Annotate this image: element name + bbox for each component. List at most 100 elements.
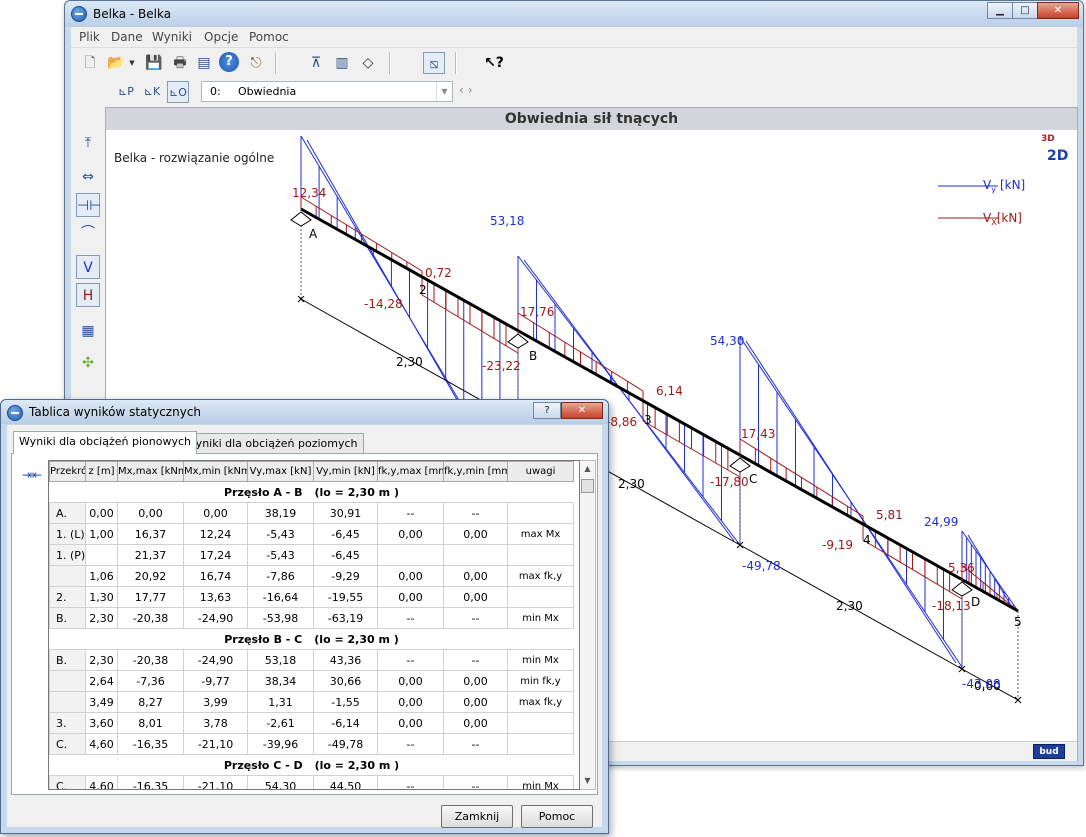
table-row[interactable]: 1. (P) 21,37 17,24 -5,43 -6,45 (49, 544, 574, 566)
minimize-button[interactable]: ▁ (987, 2, 1013, 19)
menubar: Plik Dane Wyniki Opcje Pomoc (71, 27, 1077, 47)
section-icon[interactable]: ▥ (331, 52, 353, 74)
column-header[interactable]: fk,y,max [mm] (377, 461, 444, 482)
load-case-k-icon[interactable]: ⊾K (141, 81, 163, 103)
table-cell: -1,55 (313, 691, 378, 713)
vy-value-label: -49,78 (742, 559, 781, 573)
legend-vx-label: VX[kN] (983, 211, 1022, 227)
load-case-select[interactable]: 0: Obwiednia ▼ (201, 81, 453, 102)
column-header[interactable]: Vy,min [kN] (313, 461, 378, 482)
table-row[interactable]: C. 4,60 -16,35 -21,10 54,30 44,50 -- -- min Mx (49, 775, 574, 789)
menu-pomoc[interactable]: Pomoc (249, 30, 289, 44)
table-cell: -9,77 (183, 670, 248, 692)
chevron-down-icon[interactable]: ▼ (436, 82, 452, 101)
table-cell: 3,60 (85, 712, 118, 734)
menu-opcje[interactable]: Opcje (204, 30, 238, 44)
table-cell (507, 544, 574, 566)
menu-plik[interactable]: Plik (79, 30, 100, 44)
prev-next-arrows[interactable]: ‹› (459, 83, 477, 97)
load-case-value: Obwiednia (238, 85, 297, 98)
tab-horizontal-loads[interactable]: Wyniki dla obciążeń poziomych (179, 433, 364, 453)
table-row[interactable]: B. 2,30 -20,38 -24,90 53,18 43,36 -- -- min Mx (49, 649, 574, 671)
table-row[interactable]: 1,06 20,92 16,74 -7,86 -9,29 0,00 0,00 max fk,y (49, 565, 574, 587)
fit-vertical-icon[interactable]: ⤒ (76, 131, 100, 155)
settings-icon[interactable]: ✣ (76, 351, 100, 375)
scroll-thumb[interactable] (581, 479, 594, 493)
table-row[interactable]: A. 0,00 0,00 0,00 38,19 30,91 -- -- (49, 502, 574, 524)
open-dropdown-icon[interactable]: ▼ (127, 52, 137, 74)
column-header[interactable]: Vy,max [kN] (247, 461, 314, 482)
results-diagram-icon[interactable]: ⧅ (423, 52, 445, 74)
table-row[interactable]: 1. (L) 1,00 16,37 12,24 -5,43 -6,45 0,00 0,00 ma… (49, 523, 574, 545)
vx-value-label: -17,80 (710, 475, 749, 489)
column-header[interactable]: uwagi (507, 461, 574, 482)
help-icon[interactable]: ? (219, 52, 239, 72)
open-folder-icon[interactable]: 📂 (105, 52, 127, 74)
deflection-icon[interactable]: ⌒ (76, 221, 100, 245)
table-row[interactable]: 2,64 -7,36 -9,77 38,34 30,66 0,00 0,00 min fk,y (49, 670, 574, 692)
dialog-close-button[interactable]: ✕ (561, 402, 603, 419)
menu-wyniki[interactable]: Wyniki (152, 30, 192, 44)
shear-vertical-icon[interactable]: V (76, 255, 100, 279)
span-title: Przęsło A - B (lo = 2,30 m ) (49, 481, 574, 503)
column-header[interactable]: Przekrój (49, 461, 86, 482)
context-help-icon[interactable]: ↖? (483, 52, 505, 74)
table-cell: 0,00 (377, 523, 444, 545)
scroll-down-icon[interactable]: ▼ (580, 773, 595, 789)
dialog-help-button[interactable]: ? (533, 402, 561, 419)
vx-value-label: 17,76 (520, 305, 554, 319)
exit-icon[interactable]: ⎋ (245, 52, 267, 74)
column-header[interactable]: z [m] (85, 461, 118, 482)
menu-dane[interactable]: Dane (111, 30, 143, 44)
new-file-icon[interactable]: 🗋 (79, 52, 101, 74)
tab-vertical-loads[interactable]: Wyniki dla obciążeń pionowych (13, 431, 197, 454)
help-dialog-button[interactable]: Pomoc (521, 805, 593, 828)
table-row[interactable]: 3,49 8,27 3,99 1,31 -1,55 0,00 0,00 max fk,y (49, 691, 574, 713)
span-length-icon[interactable]: ⊣⊢ (76, 193, 101, 217)
table-results-icon[interactable]: ▦ (76, 319, 100, 343)
vx-value-label: 0,72 (425, 266, 452, 280)
table-cell: max fk,y (507, 565, 574, 587)
table-cell: -- (443, 502, 508, 524)
vx-value-label: 5,36 (948, 561, 975, 575)
table-cell: -39,96 (247, 733, 314, 755)
print-icon[interactable]: 🖶 (169, 52, 191, 74)
horizontal-resize-icon[interactable]: ⇔ (76, 165, 100, 189)
main-titlebar[interactable]: Belka - Belka ▁ □ ✕ (65, 1, 1083, 27)
table-row[interactable]: B. 2,30 -20,38 -24,90 -53,98 -63,19 -- -- min Mx (49, 607, 574, 629)
column-header[interactable]: Mx,min [kNm] (183, 461, 248, 482)
shear-horizontal-icon[interactable]: H (76, 283, 100, 307)
material-icon[interactable]: ◇ (357, 52, 379, 74)
table-row[interactable]: 3. 3,60 8,01 3,78 -2,61 -6,14 0,00 0,00 (49, 712, 574, 734)
save-icon[interactable]: 💾 (143, 52, 165, 74)
table-row[interactable]: C. 4,60 -16,35 -21,10 -39,96 -49,78 -- -- (49, 733, 574, 755)
table-cell: A. (49, 502, 86, 524)
table-cell: 3. (49, 712, 86, 734)
column-header[interactable]: fk,y,min [mm] (443, 461, 508, 482)
table-cell: -20,38 (117, 607, 184, 629)
table-cell: 0,00 (183, 502, 248, 524)
column-header[interactable]: Mx,max [kNm] (117, 461, 184, 482)
span-title: Przęsło B - C (lo = 2,30 m ) (49, 628, 574, 650)
close-dialog-button[interactable]: Zamknij (441, 805, 513, 828)
dialog-title: Tablica wyników statycznych (29, 405, 202, 419)
table-row[interactable]: 2. 1,30 17,77 13,63 -16,64 -19,55 0,00 0,00 (49, 586, 574, 608)
dialog-titlebar[interactable]: Tablica wyników statycznych ? ✕ (1, 400, 608, 424)
close-button[interactable]: ✕ (1037, 2, 1079, 19)
table-cell: 44,50 (313, 775, 378, 789)
table-cell (85, 544, 118, 566)
table-cell: 0,00 (443, 586, 508, 608)
table-cell: -- (377, 502, 444, 524)
load-case-p-icon[interactable]: ⊾P (115, 81, 137, 103)
print-preview-icon[interactable]: ▤ (193, 52, 215, 74)
column-fit-icon[interactable]: ⇥⇤ (22, 468, 42, 482)
maximize-button[interactable]: □ (1012, 2, 1038, 19)
table-cell: 3,78 (183, 712, 248, 734)
table-cell: 12,24 (183, 523, 248, 545)
beam-scheme-icon[interactable]: ⊼ (305, 52, 327, 74)
table-cell: B. (49, 649, 86, 671)
scroll-up-icon[interactable]: ▲ (580, 461, 595, 477)
table-cell: 38,19 (247, 502, 314, 524)
table-scrollbar[interactable]: ▲ ▼ (580, 460, 596, 790)
load-case-o-icon[interactable]: ⊾O (167, 81, 189, 103)
